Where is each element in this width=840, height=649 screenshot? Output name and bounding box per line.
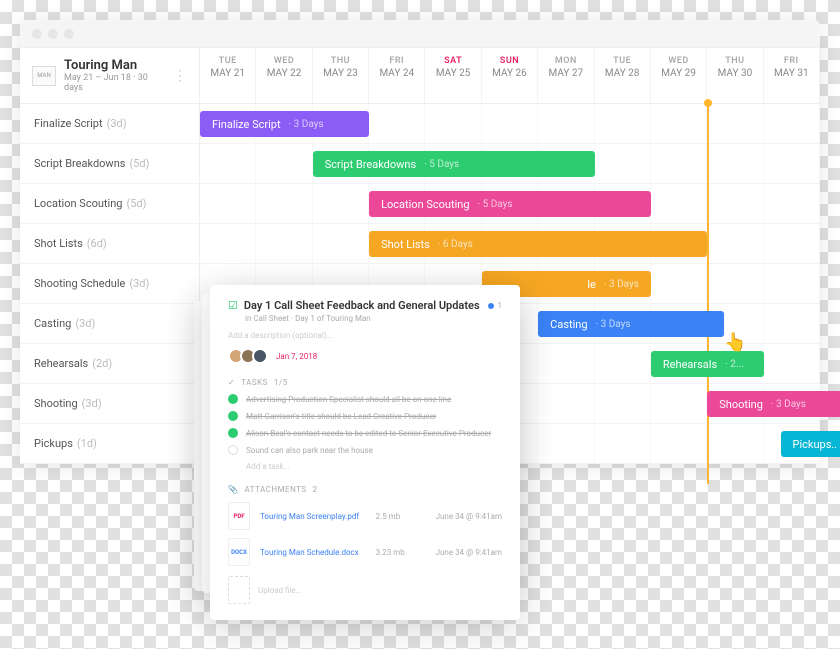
checkbox-icon[interactable]	[228, 411, 238, 421]
task-name-cell[interactable]: Rehearsals (2d)	[20, 344, 200, 383]
today-marker	[707, 104, 709, 484]
task-name-cell[interactable]: Location Scouting (5d)	[20, 184, 200, 223]
date-column: THUMAY 30	[707, 48, 763, 103]
project-menu-icon[interactable]: ⋮	[173, 68, 187, 84]
cursor-pointer-icon: 👆	[724, 332, 746, 353]
traffic-light-close[interactable]	[32, 29, 42, 39]
upload-file-button[interactable]: Upload file...	[228, 576, 502, 604]
gantt-bar[interactable]: Casting· 3 Days	[538, 311, 724, 337]
date-column: WEDMAY 22	[256, 48, 312, 103]
card-title: Day 1 Call Sheet Feedback and General Up…	[244, 299, 480, 312]
avatar[interactable]	[252, 348, 268, 364]
task-name-cell[interactable]: Casting (3d)	[20, 304, 200, 343]
gantt-row: Finalize Script (3d)Finalize Script· 3 D…	[20, 104, 820, 144]
traffic-light-min[interactable]	[48, 29, 58, 39]
task-name-cell[interactable]: Pickups (1d)	[20, 424, 200, 463]
gantt-track: Finalize Script· 3 Days	[200, 104, 820, 143]
gantt-row: Shot Lists (6d) Shot Lists· 6 Days	[20, 224, 820, 264]
project-subtitle: May 21 – Jun 18 · 30 days	[64, 73, 165, 93]
attachment-item[interactable]: PDFTouring Man Screenplay.pdf2.5 mbJune …	[228, 502, 502, 530]
status-count: 1	[498, 301, 503, 310]
subtask-item[interactable]: Sound can also park near the house	[228, 445, 502, 455]
attachment-item[interactable]: DOCXTouring Man Schedule.docx3.23 mbJune…	[228, 538, 502, 566]
card-status: 1	[488, 301, 503, 310]
checkbox-icon[interactable]	[228, 394, 238, 404]
date-column: FRIMAY 24	[369, 48, 425, 103]
gantt-track: Script Breakdowns· 5 Days	[200, 144, 820, 183]
date-column: SATMAY 25	[425, 48, 481, 103]
date-column: TUEMAY 21	[200, 48, 256, 103]
gantt-bar[interactable]: Script Breakdowns· 5 Days	[313, 151, 595, 177]
gantt-track: Location Scouting· 5 Days	[200, 184, 820, 223]
file-icon: PDF	[228, 502, 250, 530]
traffic-light-max[interactable]	[64, 29, 74, 39]
gantt-bar[interactable]: Shot Lists· 6 Days	[369, 231, 707, 257]
task-detail-card: ☑ Day 1 Call Sheet Feedback and General …	[210, 285, 520, 620]
window-titlebar	[20, 20, 820, 48]
task-name-cell[interactable]: Shot Lists (6d)	[20, 224, 200, 263]
tasks-section-label: ✓ TASKS 1/5	[228, 378, 502, 387]
avatar-group: Jan 7, 2018	[228, 348, 502, 364]
gantt-bar[interactable]: Pickups..	[781, 431, 840, 457]
upload-icon	[228, 576, 250, 604]
card-breadcrumb: in Call Sheet · Day 1 of Touring Man	[245, 314, 502, 323]
gantt-row: Location Scouting (5d) Location Scouting·…	[20, 184, 820, 224]
subtask-item[interactable]: Matt Garrison's title should be Lead Cre…	[228, 411, 502, 421]
date-column: WEDMAY 29	[651, 48, 707, 103]
date-column: SUNMAY 26	[482, 48, 538, 103]
checkbox-icon[interactable]	[228, 428, 238, 438]
gantt-bar[interactable]: Shooting· 3 Days	[707, 391, 840, 417]
checkmark-icon: ✓	[228, 378, 235, 387]
gantt-row: Script Breakdowns (5d) Script Breakdowns·…	[20, 144, 820, 184]
task-name-cell[interactable]: Finalize Script (3d)	[20, 104, 200, 143]
project-title: Touring Man	[64, 58, 165, 73]
gantt-bar[interactable]: Finalize Script· 3 Days	[200, 111, 369, 137]
header-row: MAN Touring Man May 21 – Jun 18 · 30 day…	[20, 48, 820, 104]
gantt-bar[interactable]: Location Scouting· 5 Days	[369, 191, 651, 217]
project-cell: MAN Touring Man May 21 – Jun 18 · 30 day…	[20, 48, 200, 103]
attachments-section-label: 📎 ATTACHMENTS 2	[228, 485, 502, 494]
task-name-cell[interactable]: Script Breakdowns (5d)	[20, 144, 200, 183]
task-name-cell[interactable]: Shooting Schedule (3d)	[20, 264, 200, 303]
add-task-input[interactable]: Add a task...	[246, 462, 502, 471]
task-name-cell[interactable]: Shooting (3d)	[20, 384, 200, 423]
checkbox-icon[interactable]	[228, 445, 238, 455]
calendar-icon: ☑	[228, 299, 238, 312]
date-column: THUMAY 23	[313, 48, 369, 103]
paperclip-icon: 📎	[228, 485, 238, 494]
file-icon: DOCX	[228, 538, 250, 566]
date-column: MONMAY 27	[538, 48, 594, 103]
date-chip[interactable]: Jan 7, 2018	[276, 352, 317, 361]
subtask-item[interactable]: Advertising Production Specialist should…	[228, 394, 502, 404]
date-column: FRIMAY 31	[764, 48, 820, 103]
project-logo: MAN	[32, 66, 56, 86]
card-description-input[interactable]: Add a description (optional)...	[228, 331, 502, 340]
status-dot-icon	[488, 303, 494, 309]
gantt-track: Shot Lists· 6 Days	[200, 224, 820, 263]
date-headers: TUEMAY 21WEDMAY 22THUMAY 23FRIMAY 24SATM…	[200, 48, 820, 103]
date-column: TUEMAY 28	[595, 48, 651, 103]
gantt-bar[interactable]: Rehearsals· 2...	[651, 351, 764, 377]
subtask-item[interactable]: Alison Beal's contact needs to be edited…	[228, 428, 502, 438]
